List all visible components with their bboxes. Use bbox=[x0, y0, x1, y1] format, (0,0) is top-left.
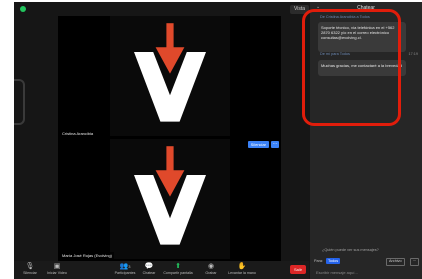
record-icon: ◉ bbox=[207, 263, 215, 270]
evolving-logo bbox=[109, 16, 230, 136]
video-icon: ▣ bbox=[53, 263, 61, 270]
chat-button[interactable]: 💬 Chatear bbox=[138, 262, 160, 276]
to-label: Para: bbox=[314, 259, 324, 263]
recipient-row: Para: Todos Archivo ··· bbox=[314, 258, 419, 266]
leave-meeting-button[interactable]: Salir bbox=[290, 265, 306, 274]
participants-icon: 👥3 bbox=[119, 263, 131, 270]
recipient-select[interactable]: Todos bbox=[326, 258, 341, 264]
mute-participant-button[interactable]: Silenciar bbox=[247, 141, 269, 148]
share-screen-button[interactable]: ⬆ Compartir pantalla bbox=[160, 262, 196, 276]
chat-icon: 💬 bbox=[144, 263, 154, 270]
video-tile[interactable]: Silenciar ··· María José Rojas (Evolving… bbox=[58, 139, 281, 261]
who-can-see-link[interactable]: ¿Quién puede ver sus mensajes? bbox=[322, 248, 379, 252]
highlight-annotation bbox=[302, 9, 401, 126]
start-video-button[interactable]: ▣ Iniciar Video bbox=[42, 262, 72, 276]
participant-name: Cristina Arancibia bbox=[60, 130, 96, 137]
participant-name: María José Rojas (Evolving) bbox=[60, 252, 115, 259]
participants-button[interactable]: 👥3 Participantes bbox=[110, 262, 140, 276]
chat-more-button[interactable]: ··· bbox=[410, 258, 419, 266]
chat-message-input[interactable] bbox=[314, 268, 422, 276]
security-shield-icon[interactable] bbox=[20, 6, 26, 12]
video-tile[interactable]: Cristina Arancibia bbox=[58, 16, 281, 139]
record-button[interactable]: ◉ Grabar bbox=[200, 262, 222, 276]
file-button[interactable]: Archivo bbox=[386, 258, 405, 266]
participant-more-button[interactable]: ··· bbox=[271, 141, 279, 148]
microphone-icon: 🎙 bbox=[25, 263, 35, 270]
meeting-toolbar: 🎙 Silenciar ▣ Iniciar Video 👥3 Participa… bbox=[14, 261, 309, 279]
message-time: 17:19 bbox=[408, 52, 418, 56]
share-screen-icon: ⬆ bbox=[175, 263, 181, 270]
evolving-logo bbox=[109, 139, 230, 259]
side-handle bbox=[14, 79, 25, 125]
raise-hand-button[interactable]: ✋ Levantar la mano bbox=[224, 262, 260, 276]
raise-hand-icon: ✋ bbox=[237, 263, 247, 270]
mute-button[interactable]: 🎙 Silenciar bbox=[18, 262, 42, 276]
